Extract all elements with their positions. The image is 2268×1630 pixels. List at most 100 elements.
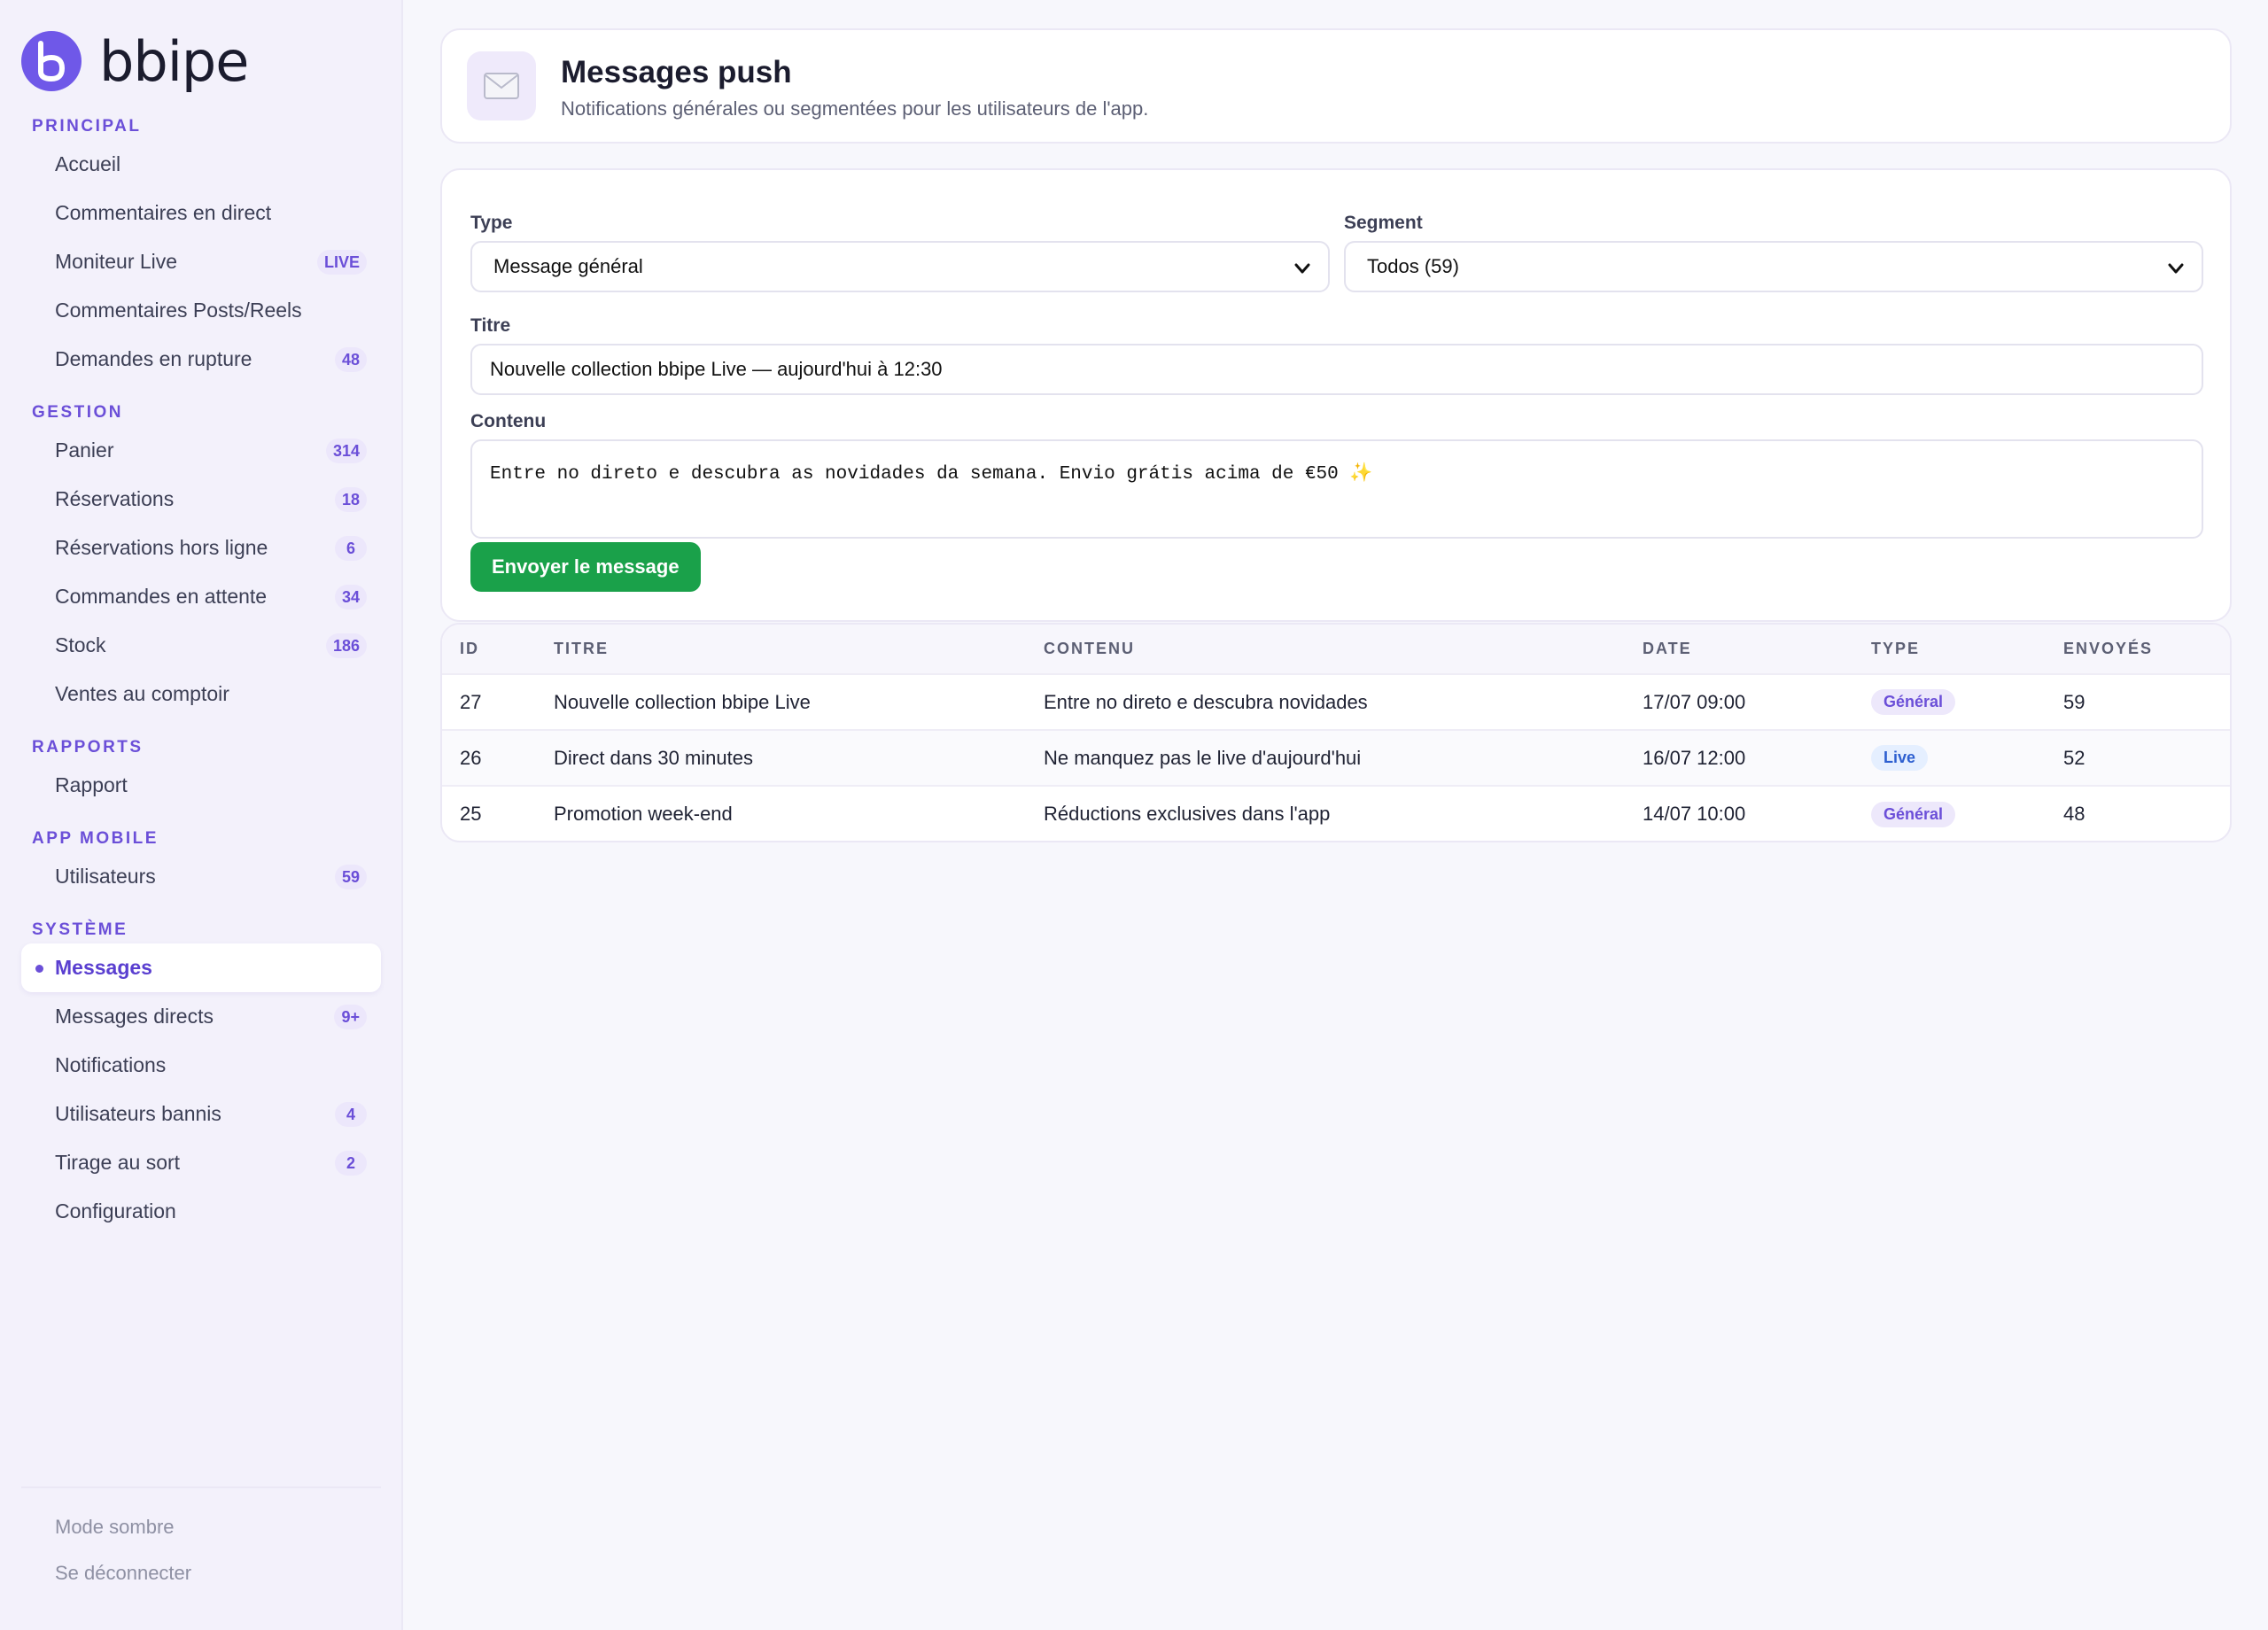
page-subtitle: Notifications générales ou segmentées po… xyxy=(561,97,1149,120)
sidebar-item-messages-directs[interactable]: Messages directs 9+ xyxy=(21,992,381,1041)
cell-id: 25 xyxy=(460,803,482,825)
sidebar-item-label: Tirage au sort xyxy=(55,1151,181,1174)
count-badge: 6 xyxy=(335,535,367,561)
sidebar-item-commentaires-posts[interactable]: Commentaires Posts/Reels xyxy=(21,286,381,335)
sidebar-footer: Mode sombre Se déconnecter xyxy=(21,1486,381,1596)
table-row[interactable]: 26 Direct dans 30 minutes Ne manquez pas… xyxy=(442,730,2230,787)
count-badge: 9+ xyxy=(334,1004,367,1029)
sidebar-item-label: Commentaires Posts/Reels xyxy=(55,299,302,322)
cell-title: Promotion week-end xyxy=(554,803,733,825)
count-badge: 34 xyxy=(334,584,367,609)
logout-link[interactable]: Se déconnecter xyxy=(21,1550,381,1596)
sidebar-item-reservations[interactable]: Réservations 18 xyxy=(21,475,381,524)
sidebar-item-label: Messages directs xyxy=(55,1005,214,1028)
sidebar-item-label: Panier xyxy=(55,439,114,462)
sidebar-item-utilisateurs-bannis[interactable]: Utilisateurs bannis 4 xyxy=(21,1090,381,1138)
count-badge: 18 xyxy=(334,486,367,512)
chevron-down-icon xyxy=(2168,263,2184,274)
sidebar-item-notifications[interactable]: Notifications xyxy=(21,1041,381,1090)
table-row[interactable]: 27 Nouvelle collection bbipe Live Entre … xyxy=(442,674,2230,731)
count-badge: 314 xyxy=(325,438,367,463)
sidebar-item-accueil[interactable]: Accueil xyxy=(21,140,381,189)
cell-type: Live xyxy=(1853,730,2046,787)
cell-content: Réductions exclusives dans l'app xyxy=(1044,803,1331,825)
content-textarea-value: Entre no direto e descubra as novidades … xyxy=(490,464,1339,485)
sidebar-item-demandes-rupture[interactable]: Demandes en rupture 48 xyxy=(21,335,381,384)
count-badge: 48 xyxy=(334,346,367,372)
cell-sent: 59 xyxy=(2046,674,2230,731)
sidebar-item-ventes-comptoir[interactable]: Ventes au comptoir xyxy=(21,670,381,718)
live-badge: LIVE xyxy=(316,249,367,275)
sidebar-item-tirage-au-sort[interactable]: Tirage au sort 2 xyxy=(21,1138,381,1187)
title-input[interactable]: Nouvelle collection bbipe Live — aujourd… xyxy=(470,344,2203,395)
cell-type: Général xyxy=(1853,786,2046,841)
count-badge: 59 xyxy=(334,864,367,889)
column-header-date[interactable]: DATE xyxy=(1625,625,1853,675)
cell-content: Ne manquez pas le live d'aujourd'hui xyxy=(1026,730,1625,787)
envelope-icon xyxy=(467,51,536,120)
sidebar-item-messages[interactable]: Messages xyxy=(21,943,381,992)
segment-label: Segment xyxy=(1344,213,1423,233)
messages-table: ID TITRE CONTENU DATE TYPE ENVOYÉS 27 No… xyxy=(440,623,2232,842)
sidebar-item-label: Commandes en attente xyxy=(55,585,268,608)
count-badge: 4 xyxy=(335,1101,367,1127)
type-badge: Général xyxy=(1871,689,1956,715)
sidebar-item-label: Demandes en rupture xyxy=(55,347,252,370)
segment-select[interactable]: Todos (59) xyxy=(1344,241,2203,292)
content-textarea[interactable]: Entre no direto e descubra as novidades … xyxy=(470,439,2203,539)
type-select[interactable]: Message général xyxy=(470,241,1330,292)
cell-date: 17/07 09:00 xyxy=(1625,674,1853,731)
brand-logo[interactable]: bbipe xyxy=(21,28,249,94)
type-badge: Général xyxy=(1871,801,1956,827)
sidebar-item-reservations-hors-ligne[interactable]: Réservations hors ligne 6 xyxy=(21,524,381,572)
column-header-title[interactable]: TITRE xyxy=(536,625,1026,675)
sidebar-item-panier[interactable]: Panier 314 xyxy=(21,426,381,475)
logo-mark-icon xyxy=(21,31,82,91)
cell-id: 27 xyxy=(442,674,536,731)
send-message-button[interactable]: Envoyer le message xyxy=(470,542,701,592)
section-label-app-mobile: APP MOBILE xyxy=(32,829,159,848)
segment-select-value: Todos (59) xyxy=(1367,255,1459,277)
sidebar-item-label: Moniteur Live xyxy=(55,250,178,273)
sidebar-item-label: Notifications xyxy=(55,1053,167,1076)
cell-sent: 48 xyxy=(2063,803,2085,825)
brand-name: bbipe xyxy=(99,28,249,94)
cell-sent: 52 xyxy=(2046,730,2230,787)
sidebar-item-configuration[interactable]: Configuration xyxy=(21,1187,381,1236)
section-label-gestion: GESTION xyxy=(32,403,124,422)
section-label-rapports: RAPPORTS xyxy=(32,738,144,757)
sidebar-item-label: Configuration xyxy=(55,1199,176,1222)
type-label: Type xyxy=(470,213,513,233)
sidebar-item-commentaires-direct[interactable]: Commentaires en direct xyxy=(21,189,381,237)
sidebar-item-label: Réservations xyxy=(55,487,175,510)
column-header-content[interactable]: CONTENU xyxy=(1026,625,1625,675)
table-row[interactable]: 25 Promotion week-end Réductions exclusi… xyxy=(442,786,2230,841)
sidebar-item-stock[interactable]: Stock 186 xyxy=(21,621,381,670)
sidebar-item-label: Accueil xyxy=(55,152,121,175)
sidebar-item-label: Stock xyxy=(55,633,106,656)
sidebar-item-moniteur-live[interactable]: Moniteur Live LIVE xyxy=(21,237,381,286)
sidebar-item-rapport[interactable]: Rapport xyxy=(21,761,381,810)
cell-id: 26 xyxy=(442,730,536,787)
column-header-sent[interactable]: ENVOYÉS xyxy=(2046,625,2230,675)
sparkles-icon: ✨ xyxy=(1349,464,1373,485)
column-header-id[interactable]: ID xyxy=(442,625,536,675)
type-badge: Live xyxy=(1871,745,1929,771)
table-header-row: ID TITRE CONTENU DATE TYPE ENVOYÉS xyxy=(442,625,2230,675)
page-title: Messages push xyxy=(561,55,792,89)
dark-mode-toggle[interactable]: Mode sombre xyxy=(21,1504,381,1550)
sidebar-item-label: Ventes au comptoir xyxy=(55,682,229,705)
cell-date: 16/07 12:00 xyxy=(1625,730,1853,787)
cell-date: 14/07 10:00 xyxy=(1643,803,1746,825)
sidebar-nav: PRINCIPAL Accueil Commentaires en direct… xyxy=(21,113,381,1236)
sidebar-item-utilisateurs[interactable]: Utilisateurs 59 xyxy=(21,852,381,901)
count-badge: 186 xyxy=(325,633,367,658)
messages-table-grid: ID TITRE CONTENU DATE TYPE ENVOYÉS 27 No… xyxy=(442,625,2230,841)
sidebar-item-commandes-attente[interactable]: Commandes en attente 34 xyxy=(21,572,381,621)
count-badge: 2 xyxy=(335,1150,367,1176)
sidebar-item-label: Commentaires en direct xyxy=(55,201,272,224)
sidebar-item-label: Utilisateurs xyxy=(55,865,156,888)
type-select-value: Message général xyxy=(493,255,643,277)
column-header-type[interactable]: TYPE xyxy=(1853,625,2046,675)
section-label-principal: PRINCIPAL xyxy=(32,117,142,136)
